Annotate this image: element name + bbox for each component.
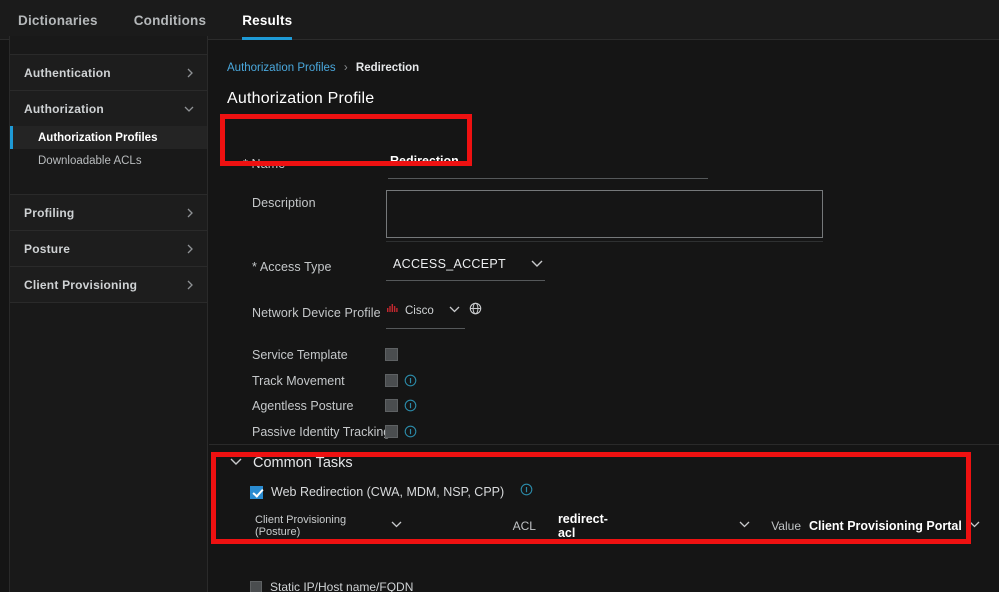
sidebar-item-authentication[interactable]: Authentication (10, 55, 207, 90)
sidebar-item-downloadable-acls-label: Downloadable ACLs (38, 154, 142, 167)
main-content: Authorization Profiles › Redirection Aut… (209, 40, 999, 592)
access-type-row: * Access Type ACCESS_ACCEPT (227, 252, 999, 300)
chevron-down-icon[interactable] (738, 517, 751, 535)
network-device-profile-underline (386, 328, 465, 329)
chevron-down-icon (183, 104, 195, 114)
service-template-checkbox[interactable] (385, 348, 398, 361)
static-ip-host-checkbox[interactable] (250, 581, 262, 592)
agentless-posture-row: Agentless Posture (227, 395, 999, 421)
agentless-posture-checkbox[interactable] (385, 399, 398, 412)
sidebar-group-posture: Posture (10, 231, 207, 267)
ise-authorization-profile-page: Dictionaries Conditions Results Authenti… (0, 0, 999, 592)
passive-identity-tracking-checkbox[interactable] (385, 424, 398, 438)
breadcrumb-parent-link[interactable]: Authorization Profiles (227, 62, 336, 74)
breadcrumb-separator: › (343, 62, 348, 74)
passive-identity-tracking-row: Passive Identity Tracking (227, 421, 999, 447)
web-redirection-checkbox[interactable] (250, 485, 263, 499)
chevron-right-icon (185, 243, 195, 255)
sidebar-item-client-provisioning[interactable]: Client Provisioning (10, 267, 207, 302)
chevron-right-icon (185, 279, 195, 291)
other-common-tasks: Static IP/Host name/FQDN Suppress Profil… (221, 578, 552, 592)
tab-dictionaries[interactable]: Dictionaries (0, 0, 116, 40)
description-underline (386, 241, 823, 242)
common-tasks-title: Common Tasks (253, 455, 353, 471)
breadcrumb: Authorization Profiles › Redirection (227, 62, 999, 74)
sidebar-item-authorization-profiles-label: Authorization Profiles (38, 131, 158, 144)
description-label: Description (252, 196, 316, 210)
access-type-underline (386, 280, 545, 281)
value-label: Value (771, 519, 801, 533)
service-template-label: Service Template (252, 348, 348, 362)
web-redirection-options-row: Client Provisioning (Posture) ACL redire… (221, 512, 981, 540)
web-redirection-row: Web Redirection (CWA, MDM, NSP, CPP) (221, 483, 981, 501)
sidebar-top-spacer (10, 36, 207, 55)
description-textarea[interactable] (386, 190, 823, 238)
info-icon[interactable] (404, 425, 417, 443)
page-title: Authorization Profile (227, 90, 375, 107)
agentless-posture-label: Agentless Posture (252, 399, 354, 413)
web-redirection-label: Web Redirection (CWA, MDM, NSP, CPP) (271, 485, 505, 499)
service-template-row: Service Template (227, 344, 999, 370)
chevron-down-icon[interactable] (968, 517, 981, 535)
sidebar-item-posture[interactable]: Posture (10, 231, 207, 266)
sidebar-item-profiling[interactable]: Profiling (10, 195, 207, 230)
track-movement-checkbox[interactable] (385, 373, 398, 387)
chevron-right-icon (185, 67, 195, 79)
sidebar-group-profiling: Profiling (10, 195, 207, 231)
chevron-down-icon[interactable] (229, 455, 243, 471)
common-tasks-divider (209, 444, 999, 445)
chevron-right-icon (185, 207, 195, 219)
sidebar-group-client-provisioning: Client Provisioning (10, 267, 207, 303)
sidebar-item-authorization-profiles[interactable]: Authorization Profiles (10, 126, 207, 149)
tab-results-label: Results (242, 13, 293, 28)
sidebar-sublist-authorization: Authorization Profiles Downloadable ACLs (10, 126, 207, 194)
acl-select[interactable]: redirect-acl (558, 512, 618, 540)
sidebar-item-downloadable-acls[interactable]: Downloadable ACLs (10, 149, 207, 172)
sidebar-item-posture-label: Posture (24, 241, 71, 256)
sidebar-item-authentication-label: Authentication (24, 65, 111, 80)
info-icon[interactable] (404, 374, 417, 392)
name-label: * Name (243, 157, 286, 171)
info-icon[interactable] (404, 399, 417, 417)
description-field-row: Description (227, 190, 999, 252)
left-sidebar: Authentication Authorization Authorizati… (9, 36, 208, 592)
static-ip-host-label: Static IP/Host name/FQDN (270, 580, 414, 592)
globe-icon[interactable] (469, 302, 482, 320)
tab-dictionaries-label: Dictionaries (18, 13, 98, 28)
cisco-logo-icon (387, 302, 400, 320)
track-movement-label: Track Movement (252, 373, 345, 388)
name-field-row: * Name Redirection (227, 130, 999, 179)
tab-results[interactable]: Results (224, 0, 310, 40)
sidebar-item-authorization[interactable]: Authorization (10, 91, 207, 126)
chevron-down-icon[interactable] (390, 517, 403, 535)
network-device-profile-row: Network Device Profile Cisco (227, 300, 999, 344)
network-device-profile-label: Network Device Profile (252, 306, 381, 320)
sidebar-group-authentication: Authentication (10, 55, 207, 91)
network-device-profile-value: Cisco (405, 305, 434, 317)
top-tab-bar: Dictionaries Conditions Results (0, 0, 999, 40)
access-type-select[interactable]: ACCESS_ACCEPT (393, 257, 506, 271)
sidebar-item-authorization-label: Authorization (24, 101, 104, 116)
access-type-label: * Access Type (252, 260, 332, 274)
chevron-down-icon[interactable] (530, 257, 544, 275)
name-input-underline (388, 178, 708, 179)
name-input[interactable]: Redirection (390, 154, 459, 168)
static-ip-host-row: Static IP/Host name/FQDN (221, 578, 552, 592)
sidebar-group-authorization: Authorization Authorization Profiles Dow… (10, 91, 207, 195)
passive-identity-tracking-label: Passive Identity Tracking (252, 424, 391, 439)
chevron-down-icon[interactable] (448, 302, 461, 320)
track-movement-row: Track Movement (227, 370, 999, 396)
redirection-type-select[interactable]: Client Provisioning (Posture) (255, 514, 380, 538)
tab-conditions-label: Conditions (133, 13, 207, 28)
tab-conditions[interactable]: Conditions (116, 0, 225, 40)
breadcrumb-current: Redirection (355, 62, 420, 74)
common-tasks-section: Common Tasks Web Redirection (CWA, MDM, … (221, 455, 981, 540)
common-tasks-header[interactable]: Common Tasks (221, 455, 981, 471)
network-device-profile-select[interactable]: Cisco (387, 302, 482, 320)
value-select[interactable]: Client Provisioning Portal (defa (809, 519, 964, 533)
sidebar-item-client-provisioning-label: Client Provisioning (24, 277, 138, 292)
acl-label: ACL (512, 519, 536, 533)
info-icon[interactable] (520, 483, 533, 501)
sidebar-item-profiling-label: Profiling (24, 205, 75, 220)
